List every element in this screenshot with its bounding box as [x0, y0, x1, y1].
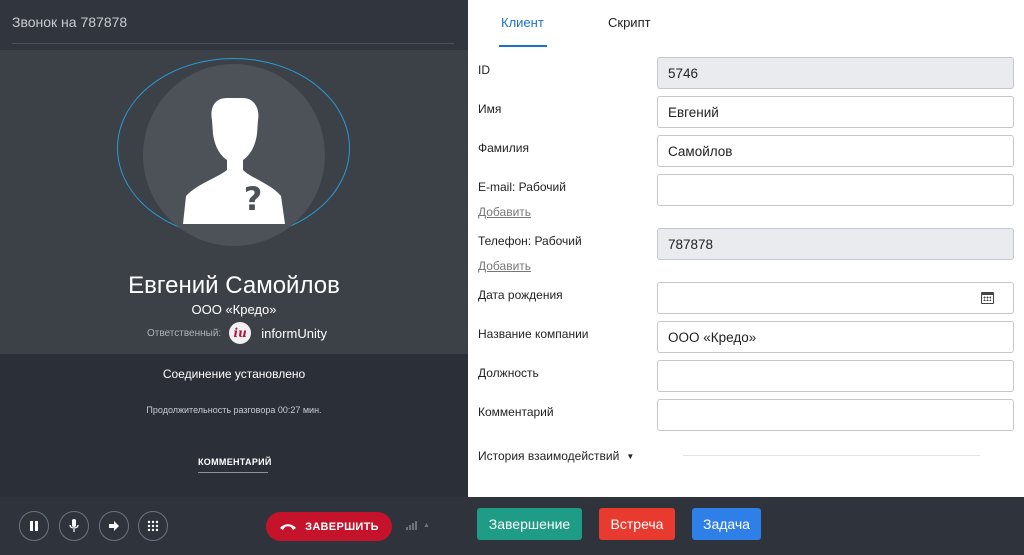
caret-down-icon: ▼: [626, 452, 635, 461]
active-tab-indicator: [499, 45, 547, 47]
last-name-field[interactable]: [657, 135, 1014, 167]
calendar-icon[interactable]: [981, 292, 994, 304]
comment-label: Комментарий: [478, 405, 554, 419]
first-name-label: Имя: [478, 102, 502, 116]
comment-field[interactable]: [657, 399, 1014, 431]
keypad-icon: [147, 520, 159, 532]
action-footer: Завершение Встреча Задача: [468, 497, 1024, 555]
task-button[interactable]: Задача: [692, 508, 761, 540]
position-field[interactable]: [657, 360, 1014, 392]
divider: [683, 455, 980, 456]
company-label: Название компании: [478, 327, 589, 341]
id-label: ID: [478, 63, 490, 77]
pause-icon: [30, 521, 38, 531]
responsible-label: Ответственный:: [147, 327, 222, 339]
chevron-up-icon[interactable]: ▲: [423, 522, 430, 529]
keypad-button[interactable]: [138, 511, 168, 541]
finish-button[interactable]: Завершение: [477, 508, 582, 540]
contact-name: Евгений Самойлов: [128, 272, 340, 299]
birthdate-field[interactable]: [657, 282, 1014, 314]
phone-hangup-icon: [280, 523, 297, 530]
email-label: E-mail: Рабочий: [478, 180, 566, 194]
avatar: ?: [143, 64, 325, 246]
first-name-field[interactable]: [657, 96, 1014, 128]
history-toggle[interactable]: История взаимодействий ▼: [478, 449, 634, 463]
birthdate-label: Дата рождения: [478, 288, 563, 302]
responsible: Ответственный: iu informUnity: [147, 320, 327, 346]
phone-label: Телефон: Рабочий: [478, 234, 582, 248]
call-header: Звонок на 787878: [0, 0, 468, 50]
id-field[interactable]: [657, 57, 1014, 89]
company-field[interactable]: [657, 321, 1014, 353]
comment-link[interactable]: КОММЕНТАРИЙ: [198, 457, 271, 473]
call-title: Звонок на 787878: [12, 14, 128, 30]
responsible-name: informUnity: [261, 325, 327, 341]
divider: [12, 43, 454, 44]
contact-company: ООО «Кредо»: [191, 302, 277, 317]
meeting-button[interactable]: Встреча: [599, 508, 675, 540]
position-label: Должность: [478, 366, 539, 380]
phone-field[interactable]: [657, 228, 1014, 260]
contact-profile: ? Евгений Самойлов ООО «Кредо» Ответстве…: [0, 50, 468, 354]
end-call-button[interactable]: ЗАВЕРШИТЬ: [266, 512, 392, 541]
microphone-button[interactable]: [59, 511, 89, 541]
microphone-icon: [69, 519, 79, 532]
transfer-button[interactable]: [99, 511, 129, 541]
call-duration: Продолжительность разговора 00:27 мин.: [146, 405, 322, 415]
pause-button[interactable]: [19, 511, 49, 541]
history-label: История взаимодействий: [478, 449, 620, 463]
call-panel: Звонок на 787878 ? Евгений Самойлов ООО …: [0, 0, 468, 555]
signal-icon: [406, 521, 417, 530]
tab-client[interactable]: Клиент: [501, 15, 544, 30]
svg-text:?: ?: [244, 180, 263, 218]
phone-add-link[interactable]: Добавить: [478, 259, 531, 273]
tab-script[interactable]: Скрипт: [608, 15, 651, 30]
unknown-person-icon: ?: [183, 98, 285, 224]
end-call-label: ЗАВЕРШИТЬ: [305, 520, 379, 533]
call-controls: ЗАВЕРШИТЬ ▲: [0, 497, 468, 555]
transfer-arrow-icon: [109, 521, 119, 531]
informunity-logo-icon: iu: [229, 322, 252, 344]
email-add-link[interactable]: Добавить: [478, 205, 531, 219]
email-field[interactable]: [657, 174, 1014, 206]
last-name-label: Фамилия: [478, 141, 529, 155]
client-panel: Клиент Скрипт ID Имя Фамилия E-mail: Раб…: [468, 0, 1024, 555]
connection-status: Соединение установлено: [162, 367, 306, 381]
